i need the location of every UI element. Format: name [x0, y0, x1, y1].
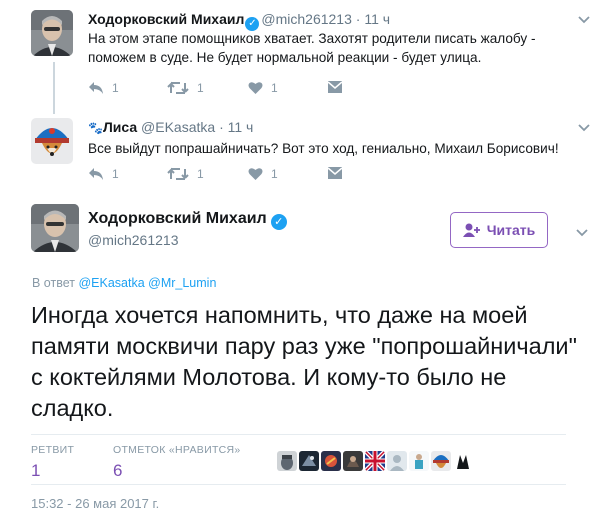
tweet-time[interactable]: 11 ч — [364, 11, 390, 27]
retweet-count: 1 — [197, 81, 204, 95]
divider — [31, 484, 566, 485]
like-count: 1 — [271, 81, 278, 95]
reply-prefix: В ответ — [32, 276, 75, 290]
likers-avatars — [277, 451, 473, 471]
follow-label: Читать — [486, 222, 536, 238]
verified-check-icon: ✓ — [270, 214, 287, 230]
reply-icon — [89, 82, 103, 94]
chevron-down-icon[interactable] — [576, 226, 588, 239]
author-name-text[interactable]: Ходорковский Михаил — [88, 210, 267, 227]
divider — [31, 434, 566, 435]
liker-avatar[interactable] — [365, 451, 385, 471]
avatar[interactable] — [31, 10, 73, 56]
thread-tweet[interactable]: Ходорковский Михаил ✓ @mich261213 · 11 ч Н… — [0, 0, 597, 110]
reply-context: В ответ @EKasatka @Mr_Lumin — [32, 276, 216, 291]
separator: · — [355, 11, 361, 27]
retweets-stat[interactable]: РЕТВИТ 1 — [31, 444, 74, 481]
chevron-down-icon[interactable] — [578, 121, 590, 134]
retweet-button[interactable]: 1 — [167, 80, 204, 96]
reply-icon — [89, 168, 103, 180]
liker-avatar[interactable] — [343, 451, 363, 471]
heart-icon — [248, 168, 263, 180]
retweet-button[interactable]: 1 — [167, 166, 204, 182]
author-handle[interactable]: @mich261213 — [261, 11, 352, 27]
name-emoji: 🐾 — [88, 121, 103, 135]
avatar[interactable] — [31, 204, 79, 252]
thread-tweet[interactable]: 🐾Лиса @EKasatka · 11 ч Все выйдут попраш… — [0, 110, 597, 196]
reply-mentions[interactable]: @EKasatka @Mr_Lumin — [78, 276, 216, 290]
likes-label: ОТМЕТОК «НРАВИТСЯ» — [113, 444, 241, 456]
dm-button[interactable] — [328, 166, 342, 180]
avatar[interactable] — [31, 118, 73, 164]
follow-button[interactable]: Читать — [450, 212, 548, 248]
reply-count: 1 — [112, 81, 119, 95]
retweet-icon — [167, 167, 189, 180]
likes-value: 6 — [113, 461, 123, 480]
retweets-label: РЕТВИТ — [31, 444, 75, 456]
liker-avatar[interactable] — [431, 451, 451, 471]
tweet-actions: 1 1 1 — [88, 166, 348, 184]
separator: · — [219, 119, 224, 135]
author-name[interactable]: Ходорковский Михаил ✓ — [88, 209, 289, 230]
tweet-actions: 1 1 1 — [88, 80, 348, 98]
tweet-text: Все выйдут попрашайничать? Вот это ход, … — [88, 141, 559, 156]
liker-avatar[interactable] — [453, 451, 473, 471]
reply-button[interactable]: 1 — [88, 166, 119, 182]
liker-avatar[interactable] — [387, 451, 407, 471]
reply-count: 1 — [112, 167, 119, 181]
like-button[interactable]: 1 — [248, 166, 278, 182]
author-name[interactable]: Лиса — [103, 119, 137, 135]
tweet-text: Иногда хочется напомнить, что даже на мо… — [31, 302, 577, 421]
like-count: 1 — [271, 167, 278, 181]
add-user-icon — [462, 223, 480, 237]
reply-button[interactable]: 1 — [88, 80, 119, 96]
likes-stat[interactable]: ОТМЕТОК «НРАВИТСЯ» 6 — [113, 444, 241, 481]
heart-icon — [248, 82, 263, 94]
chevron-down-icon[interactable] — [578, 13, 590, 26]
liker-avatar[interactable] — [277, 451, 297, 471]
author-name[interactable]: Ходорковский Михаил — [88, 11, 244, 27]
retweet-icon — [167, 81, 189, 94]
tweet-text: На этом этапе помощников хватает. Захотя… — [88, 31, 536, 65]
direct-message-icon — [328, 167, 342, 179]
liker-avatar[interactable] — [299, 451, 319, 471]
tweet-header: 🐾Лиса @EKasatka · 11 ч — [88, 119, 253, 136]
direct-message-icon — [328, 81, 342, 93]
like-button[interactable]: 1 — [248, 80, 278, 96]
liker-avatar[interactable] — [321, 451, 341, 471]
author-handle[interactable]: @EKasatka — [141, 119, 215, 135]
tweet-time[interactable]: 11 ч — [228, 119, 254, 135]
dm-button[interactable] — [328, 80, 342, 94]
tweet-timestamp[interactable]: 15:32 - 26 мая 2017 г. — [31, 496, 159, 512]
tweet-header: Ходорковский Михаил ✓ @mich261213 · 11 ч — [88, 11, 390, 31]
author-handle[interactable]: @mich261213 — [88, 231, 179, 249]
retweets-value: 1 — [31, 461, 41, 480]
retweet-count: 1 — [197, 167, 204, 181]
liker-avatar[interactable] — [409, 451, 429, 471]
